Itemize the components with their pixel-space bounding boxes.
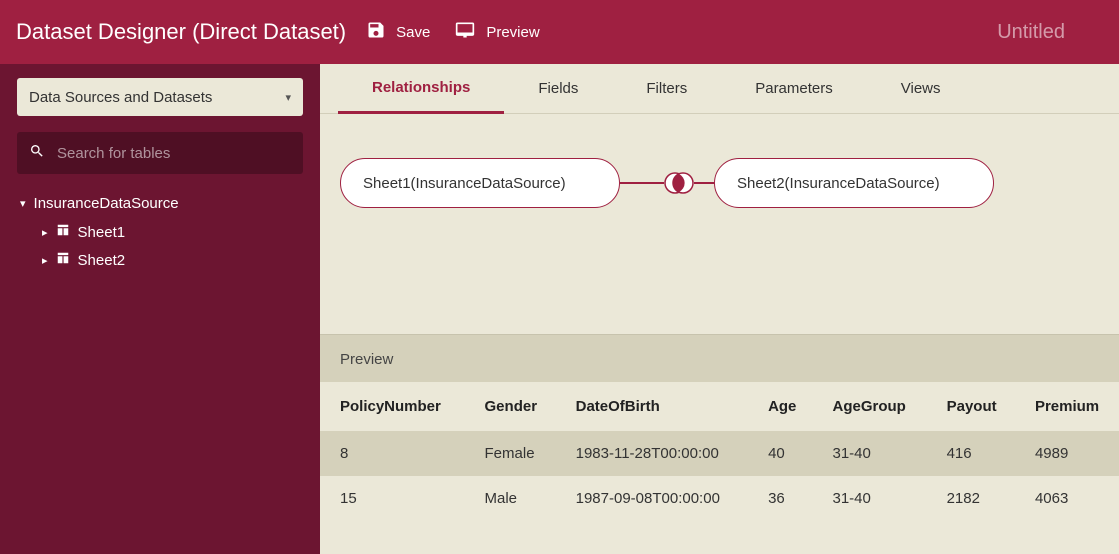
column-header[interactable]: AgeGroup — [812, 382, 926, 431]
datasource-selector[interactable]: Data Sources and Datasets ▾ — [17, 78, 303, 116]
relationship-target-label: Sheet2(InsuranceDataSource) — [737, 175, 940, 192]
table-cell: Female — [465, 431, 556, 476]
table-row[interactable]: 15Male1987-09-08T00:00:003631-4021824063 — [320, 476, 1119, 521]
tabs: RelationshipsFieldsFiltersParametersView… — [320, 64, 1119, 114]
table-cell: 8 — [320, 431, 465, 476]
save-label: Save — [396, 24, 430, 41]
column-header[interactable]: Age — [748, 382, 812, 431]
column-header[interactable]: PolicyNumber — [320, 382, 465, 431]
tree-node-table[interactable]: ▸ Sheet1 — [42, 218, 316, 246]
table-cell: 416 — [927, 431, 1015, 476]
relationship-connector-line — [694, 182, 714, 184]
chevron-down-icon: ▾ — [20, 197, 26, 210]
table-cell: 36 — [748, 476, 812, 521]
relationship-source-label: Sheet1(InsuranceDataSource) — [363, 175, 566, 192]
table-cell: 4989 — [1015, 431, 1119, 476]
tab-filters[interactable]: Filters — [612, 64, 721, 114]
preview-panel: Preview PolicyNumberGenderDateOfBirthAge… — [320, 334, 1119, 554]
datasource-tree: ▾ InsuranceDataSource ▸ Sheet1 ▸ Sheet2 — [0, 188, 320, 274]
save-icon — [366, 20, 386, 44]
document-title: Untitled — [997, 21, 1107, 44]
table-cell: 15 — [320, 476, 465, 521]
column-header[interactable]: Premium — [1015, 382, 1119, 431]
datasource-name: InsuranceDataSource — [34, 195, 179, 212]
preview-title: Preview — [320, 335, 1119, 382]
preview-label: Preview — [486, 24, 539, 41]
table-name: Sheet1 — [78, 224, 126, 241]
table-cell: 1983-11-28T00:00:00 — [556, 431, 748, 476]
chevron-down-icon: ▾ — [285, 91, 291, 104]
column-header[interactable]: DateOfBirth — [556, 382, 748, 431]
search-icon — [29, 143, 45, 164]
app-title: Dataset Designer (Direct Dataset) — [12, 19, 346, 45]
relationship-connector-line — [620, 182, 664, 184]
column-header[interactable]: Gender — [465, 382, 556, 431]
chevron-right-icon: ▸ — [42, 254, 48, 267]
table-cell: 4063 — [1015, 476, 1119, 521]
relationship-source-box[interactable]: Sheet1(InsuranceDataSource) — [340, 158, 620, 208]
preview-table: PolicyNumberGenderDateOfBirthAgeAgeGroup… — [320, 382, 1119, 521]
table-cell: 40 — [748, 431, 812, 476]
join-icon[interactable] — [664, 168, 694, 198]
relationship-target-box[interactable]: Sheet2(InsuranceDataSource) — [714, 158, 994, 208]
save-button[interactable]: Save — [366, 20, 430, 44]
table-cell: Male — [465, 476, 556, 521]
table-name: Sheet2 — [78, 252, 126, 269]
main-area: RelationshipsFieldsFiltersParametersView… — [320, 64, 1119, 554]
table-row[interactable]: 8Female1983-11-28T00:00:004031-404164989 — [320, 431, 1119, 476]
relationship-canvas[interactable]: Sheet1(InsuranceDataSource) Sheet2(Insur… — [320, 114, 1119, 334]
table-cell: 31-40 — [812, 431, 926, 476]
tab-views[interactable]: Views — [867, 64, 975, 114]
search-box[interactable] — [17, 132, 303, 174]
tab-relationships[interactable]: Relationships — [338, 64, 504, 114]
datasource-selector-label: Data Sources and Datasets — [29, 89, 212, 106]
tab-fields[interactable]: Fields — [504, 64, 612, 114]
search-input[interactable] — [57, 145, 291, 162]
tree-node-table[interactable]: ▸ Sheet2 — [42, 246, 316, 274]
app-header: Dataset Designer (Direct Dataset) Save P… — [0, 0, 1119, 64]
table-cell: 1987-09-08T00:00:00 — [556, 476, 748, 521]
chevron-right-icon: ▸ — [42, 226, 48, 239]
sidebar: Data Sources and Datasets ▾ ▾ InsuranceD… — [0, 64, 320, 554]
tab-parameters[interactable]: Parameters — [721, 64, 867, 114]
tree-node-datasource[interactable]: ▾ InsuranceDataSource — [20, 188, 316, 218]
table-cell: 31-40 — [812, 476, 926, 521]
table-icon — [56, 251, 70, 269]
monitor-icon — [454, 20, 476, 44]
preview-button[interactable]: Preview — [454, 20, 539, 44]
table-icon — [56, 223, 70, 241]
table-cell: 2182 — [927, 476, 1015, 521]
column-header[interactable]: Payout — [927, 382, 1015, 431]
